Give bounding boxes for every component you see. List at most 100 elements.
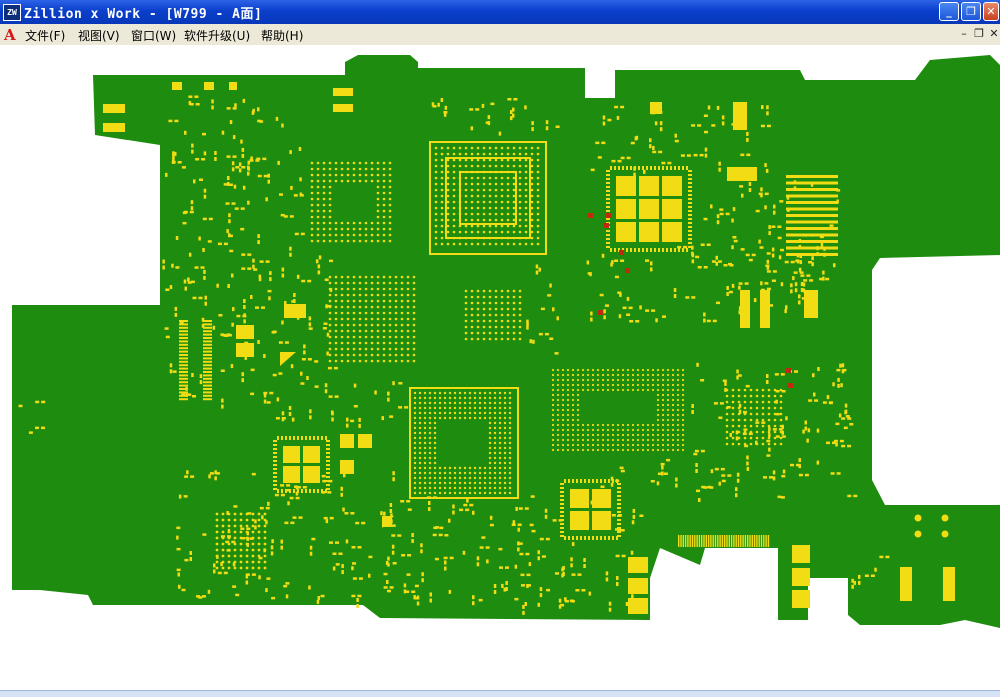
- menu-upgrade[interactable]: 软件升级(U): [184, 27, 250, 44]
- smd-pad: [184, 558, 189, 562]
- solder-ball: [364, 287, 368, 291]
- qfn-chip-left-pin: [326, 452, 330, 454]
- solder-ball: [413, 461, 417, 465]
- solder-ball: [221, 548, 225, 552]
- connector-pin: [698, 535, 701, 547]
- qfn-chip-lower-pin: [617, 519, 621, 521]
- solder-ball: [406, 329, 410, 333]
- solder-ball: [463, 476, 467, 480]
- smd-pad: [555, 125, 560, 128]
- solder-ball: [352, 179, 356, 183]
- smd-pad: [383, 586, 388, 589]
- solder-ball: [328, 329, 332, 333]
- solder-ball: [476, 218, 480, 222]
- smd-pad: [433, 496, 437, 499]
- solder-ball: [328, 353, 332, 357]
- menu-help[interactable]: 帮助(H): [261, 27, 303, 44]
- solder-ball: [428, 476, 432, 480]
- smd-pad: [746, 466, 750, 471]
- solder-ball: [591, 423, 595, 427]
- smd-pad: [176, 547, 181, 551]
- solder-ball: [434, 218, 438, 222]
- solder-ball: [340, 173, 344, 177]
- smd-pad: [493, 590, 497, 594]
- solder-ball: [536, 170, 540, 174]
- qfn-chip-upper-right-pin: [642, 166, 644, 170]
- close-button[interactable]: ✕: [983, 2, 999, 21]
- smd-pad: [225, 540, 230, 544]
- smd-pad: [614, 275, 619, 279]
- smd-pad: [809, 234, 814, 237]
- smd-pad: [766, 252, 771, 255]
- solder-ball: [606, 373, 610, 377]
- solder-ball: [382, 347, 386, 351]
- solder-ball: [458, 224, 462, 228]
- solder-ball: [656, 443, 660, 447]
- solder-ball: [364, 317, 368, 321]
- qfn-chip-upper-right-pin: [606, 174, 610, 176]
- smd-pad: [631, 600, 634, 605]
- restore-button[interactable]: ❐: [961, 2, 981, 21]
- solder-ball: [493, 436, 497, 440]
- solder-ball: [257, 542, 261, 546]
- smd-pad: [816, 252, 819, 257]
- component-pad: [733, 102, 747, 130]
- smd-pad: [654, 121, 658, 126]
- solder-ball: [556, 383, 560, 387]
- solder-ball: [452, 164, 456, 168]
- solder-ball: [601, 388, 605, 392]
- smd-pad: [707, 105, 711, 110]
- solder-ball: [476, 206, 480, 210]
- smd-pad: [203, 194, 207, 199]
- menu-file[interactable]: 文件(F): [25, 27, 65, 44]
- smd-pad: [257, 107, 260, 112]
- smd-pad: [322, 479, 327, 483]
- solder-ball: [530, 170, 534, 174]
- solder-ball: [328, 203, 332, 207]
- solder-ball: [233, 512, 237, 516]
- qfn-chip-left-pin: [309, 489, 311, 493]
- smd-pad: [836, 368, 841, 372]
- solder-ball: [364, 335, 368, 339]
- solder-ball: [641, 448, 645, 452]
- solder-ball: [413, 476, 417, 480]
- solder-ball: [725, 418, 729, 422]
- smd-pad: [552, 307, 555, 312]
- smd-pad: [798, 458, 801, 463]
- smd-pad: [437, 102, 440, 107]
- solder-ball: [464, 242, 468, 246]
- smd-pad: [601, 253, 605, 258]
- menu-view[interactable]: 视图(V): [78, 27, 120, 44]
- solder-ball: [596, 388, 600, 392]
- solder-ball: [636, 378, 640, 382]
- solder-ball: [376, 203, 380, 207]
- solder-ball: [452, 170, 456, 174]
- mdi-minimize-button[interactable]: –: [957, 27, 971, 41]
- smd-pad: [261, 306, 265, 309]
- qfn-chip-left-pin: [317, 436, 319, 440]
- smd-pad: [838, 413, 842, 418]
- qfn-chip-lower-pin: [560, 515, 564, 517]
- menu-window[interactable]: 窗口(W): [131, 27, 176, 44]
- smd-pad: [659, 127, 663, 132]
- smd-pad: [538, 332, 543, 336]
- connector-pin: [203, 360, 212, 363]
- smd-pad: [804, 426, 807, 431]
- mdi-restore-button[interactable]: ❐: [972, 27, 986, 41]
- solder-ball: [488, 218, 492, 222]
- solder-ball: [239, 566, 243, 570]
- pcb-board-view[interactable]: [0, 45, 1000, 690]
- mdi-close-button[interactable]: ✕: [987, 27, 1000, 41]
- solder-ball: [245, 554, 249, 558]
- smd-pad: [764, 205, 767, 210]
- solder-ball: [681, 413, 685, 417]
- smd-pad: [184, 475, 189, 478]
- board-viewer-canvas[interactable]: [0, 45, 1000, 690]
- solder-ball: [334, 329, 338, 333]
- smd-pad: [716, 105, 720, 110]
- minimize-button[interactable]: _: [939, 2, 959, 21]
- solder-ball: [508, 446, 512, 450]
- smd-pad: [299, 177, 302, 182]
- qfn-chip-upper-right-pin: [670, 166, 672, 170]
- solder-ball: [556, 438, 560, 442]
